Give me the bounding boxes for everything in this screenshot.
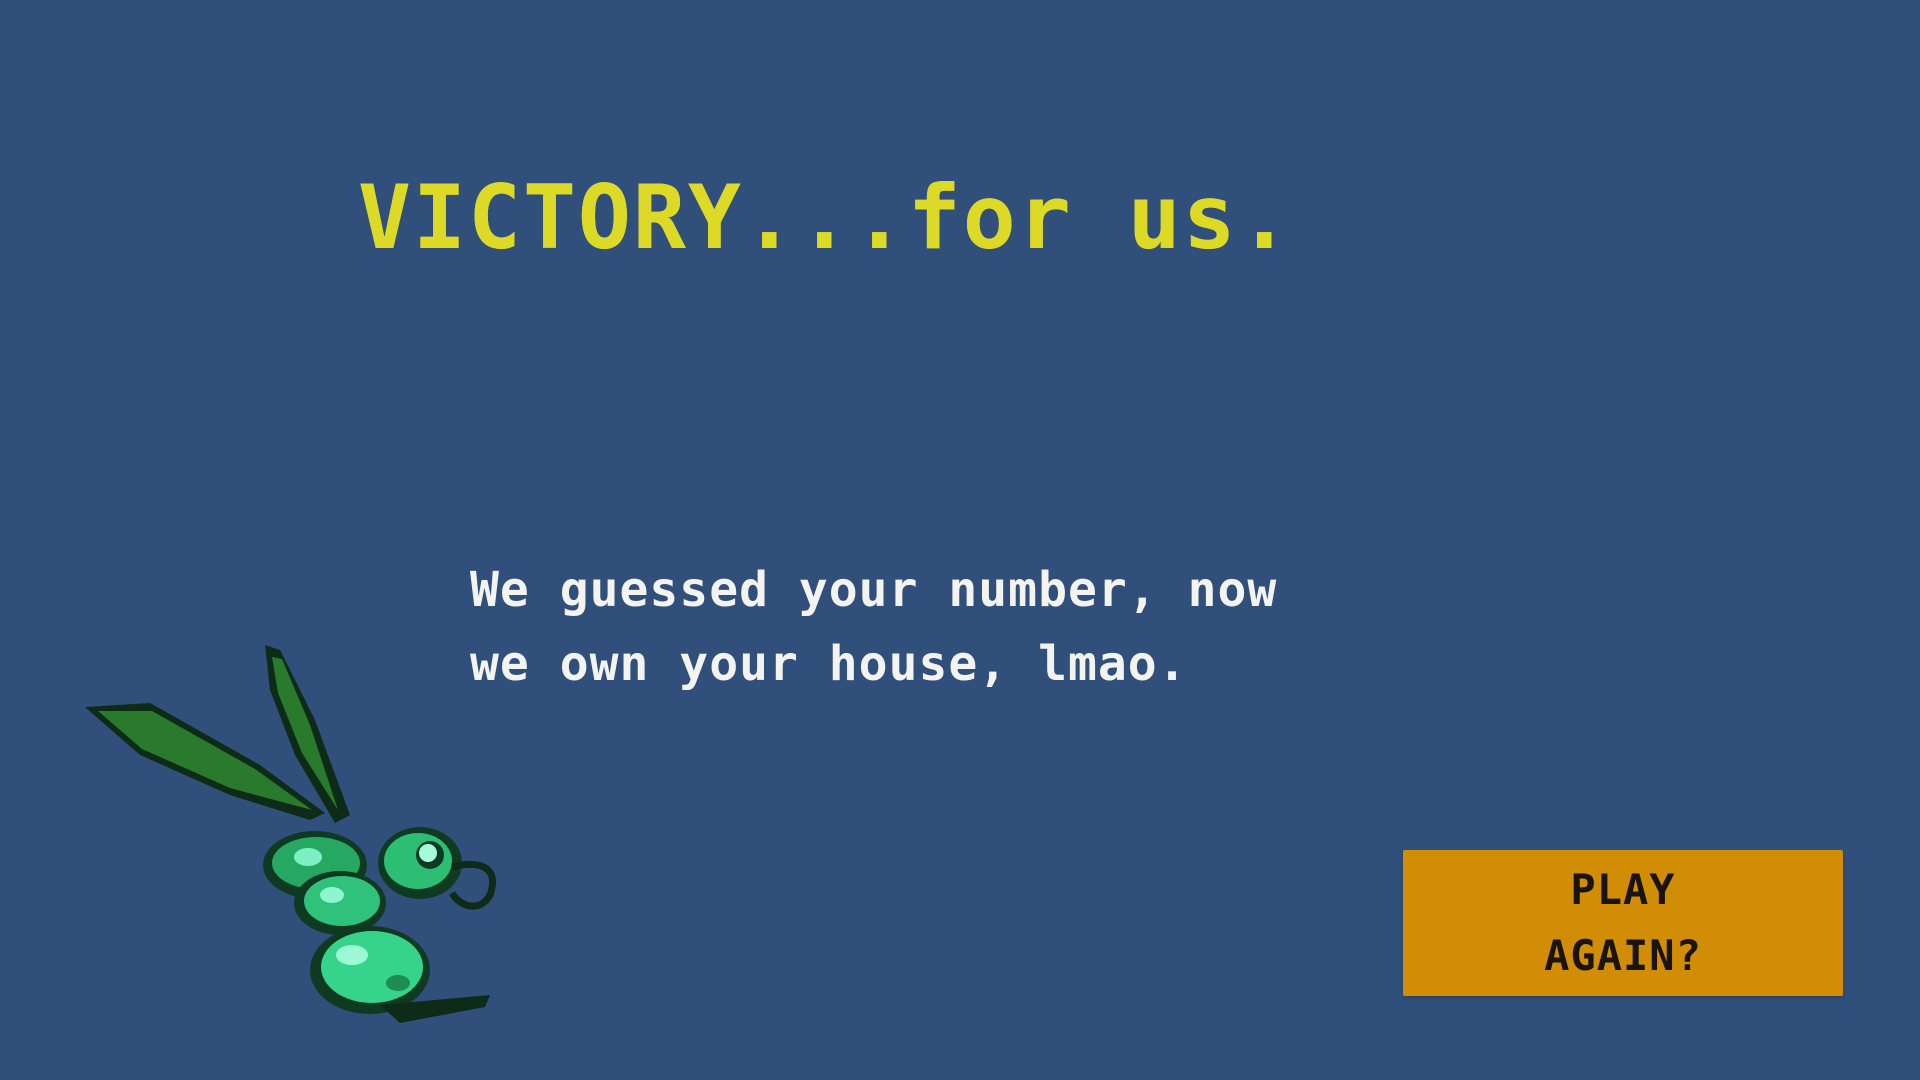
message-line-2: we own your house, lmao.: [470, 636, 1188, 692]
play-again-label-line-1: PLAY: [1570, 865, 1676, 914]
green-dragonfly-bug-icon: [85, 645, 496, 1023]
victory-title: VICTORY...for us.: [358, 166, 1293, 269]
play-again-button[interactable]: PLAY AGAIN?: [1403, 850, 1843, 996]
play-again-label-line-2: AGAIN?: [1544, 931, 1702, 980]
victory-message: We guessed your number, now we own your …: [470, 553, 1350, 701]
bug-wings: [85, 645, 350, 823]
message-line-1: We guessed your number, now: [470, 562, 1278, 618]
bug-head: [378, 827, 496, 910]
